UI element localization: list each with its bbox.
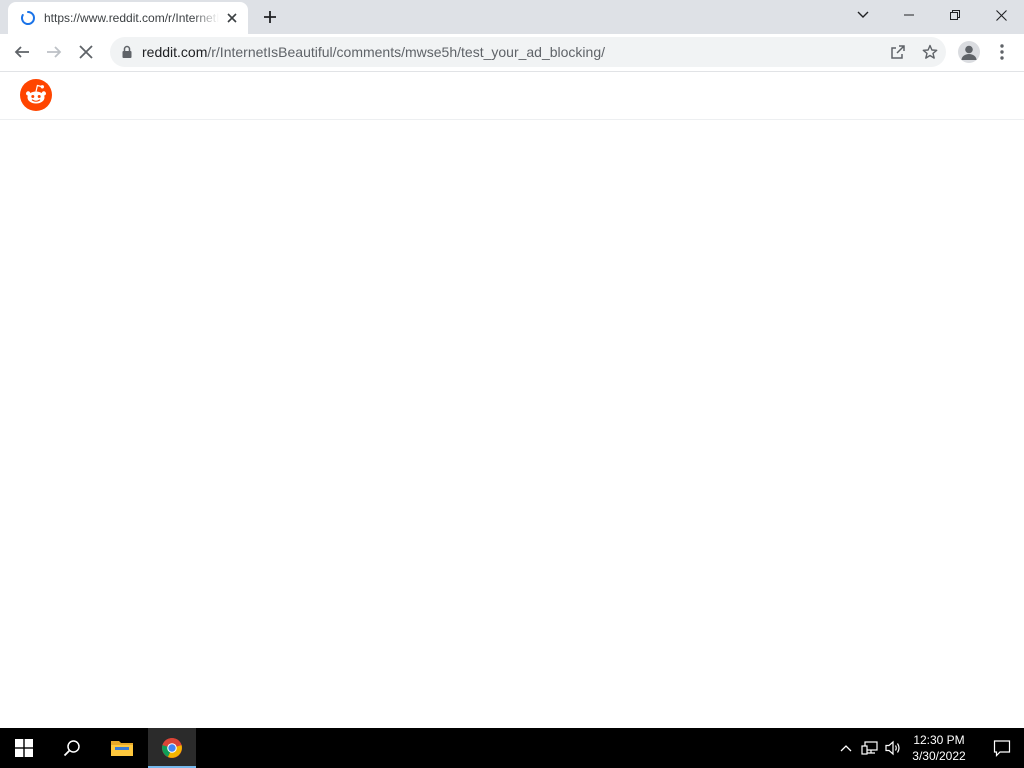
search-button[interactable] — [48, 728, 96, 768]
plus-icon — [264, 11, 276, 23]
chrome-icon — [162, 738, 182, 758]
profile-icon[interactable] — [958, 41, 980, 63]
windows-logo-icon — [15, 739, 33, 757]
reddit-logo-icon[interactable] — [20, 79, 52, 111]
notification-icon — [993, 740, 1011, 757]
windows-taskbar: 12:30 PM 3/30/2022 — [0, 728, 1024, 768]
minimize-icon — [904, 14, 914, 16]
clock-date: 3/30/2022 — [912, 749, 966, 763]
forward-button[interactable] — [40, 38, 68, 66]
close-icon — [995, 9, 1007, 21]
close-window-button[interactable] — [978, 0, 1024, 30]
new-tab-button[interactable] — [258, 5, 282, 29]
url-text[interactable]: reddit.com/r/InternetIsBeautiful/comment… — [142, 44, 605, 60]
restore-icon — [950, 10, 960, 20]
chrome-taskbar-button[interactable] — [148, 728, 196, 768]
chevron-up-icon[interactable] — [836, 738, 856, 758]
lock-icon[interactable] — [120, 45, 134, 59]
star-icon[interactable] — [920, 42, 940, 62]
address-bar[interactable]: reddit.com/r/InternetIsBeautiful/comment… — [110, 37, 946, 67]
clock-time: 12:30 PM — [913, 733, 965, 747]
folder-icon — [111, 741, 133, 756]
tab-title: https://www.reddit.com/r/InternetIsBeaut… — [44, 11, 219, 25]
browser-tab[interactable]: https://www.reddit.com/r/InternetIsBeaut… — [8, 2, 248, 34]
action-center-button[interactable] — [980, 728, 1024, 768]
arrow-left-icon — [14, 46, 29, 58]
file-explorer-button[interactable] — [98, 728, 146, 768]
search-icon — [63, 740, 80, 757]
share-icon[interactable] — [888, 42, 908, 62]
tab-close-icon[interactable] — [224, 10, 240, 26]
kebab-menu-icon[interactable] — [992, 40, 1012, 64]
start-button[interactable] — [0, 728, 48, 768]
network-icon[interactable] — [860, 738, 880, 758]
back-button[interactable] — [8, 38, 36, 66]
restore-button[interactable] — [932, 0, 978, 30]
browser-tabstrip: https://www.reddit.com/r/InternetIsBeaut… — [0, 0, 1024, 34]
arrow-right-icon — [47, 46, 62, 58]
browser-toolbar: reddit.com/r/InternetIsBeautiful/comment… — [0, 34, 1024, 72]
tab-search-button[interactable] — [840, 0, 886, 30]
page-viewport — [0, 72, 1024, 728]
url-path: /r/InternetIsBeautiful/comments/mwse5h/t… — [207, 44, 606, 60]
url-host: reddit.com — [142, 44, 208, 60]
minimize-button[interactable] — [886, 0, 932, 30]
reddit-header — [0, 72, 1024, 120]
volume-icon[interactable] — [884, 738, 904, 758]
stop-loading-button[interactable] — [72, 38, 100, 66]
chevron-down-icon — [857, 11, 869, 18]
screen: https://www.reddit.com/r/InternetIsBeaut… — [0, 0, 1024, 768]
close-icon — [79, 45, 93, 59]
loading-spinner-icon — [20, 10, 36, 26]
system-clock[interactable]: 12:30 PM 3/30/2022 — [904, 732, 974, 764]
